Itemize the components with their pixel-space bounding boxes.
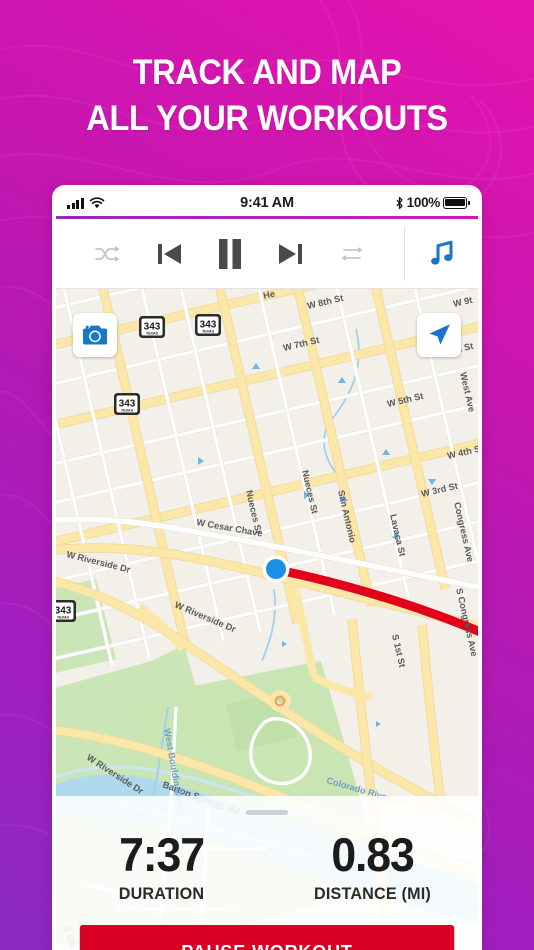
- camera-icon: [83, 325, 107, 345]
- pause-workout-button[interactable]: PAUSE WORKOUT: [79, 924, 455, 950]
- svg-text:TEXAS: TEXAS: [202, 330, 215, 334]
- locate-me-button[interactable]: [417, 313, 461, 357]
- accent-strip: [56, 216, 478, 219]
- svg-text:TEXAS: TEXAS: [57, 616, 70, 620]
- battery-percent-label: 100%: [406, 195, 441, 210]
- stats-row: 7:37 DURATION 0.83 DISTANCE (MI): [56, 831, 478, 904]
- svg-text:TEXAS: TEXAS: [146, 332, 159, 336]
- distance-value: 0.83: [331, 828, 414, 881]
- stat-duration: 7:37 DURATION: [56, 831, 267, 904]
- music-control-bar: [56, 219, 478, 289]
- music-note-icon: [430, 240, 453, 265]
- previous-track-icon: [157, 243, 181, 264]
- duration-value: 7:37: [119, 828, 205, 881]
- workout-stats-panel: 7:37 DURATION 0.83 DISTANCE (MI) PAUSE W…: [56, 796, 478, 950]
- pause-icon: [218, 238, 241, 269]
- promo-headline: TRACK AND MAP ALL YOUR WORKOUTS: [19, 50, 516, 141]
- repeat-icon: [340, 246, 363, 261]
- status-bar: 9:41 AM 100%: [56, 189, 478, 216]
- pause-button[interactable]: [210, 232, 250, 276]
- music-library-button[interactable]: [404, 226, 478, 281]
- phone-screen: 9:41 AM 100% W 8th St W 7th St St W 9t H…: [56, 189, 478, 950]
- duration-label: DURATION: [118, 883, 205, 903]
- battery-full-icon: [443, 196, 470, 209]
- camera-button[interactable]: [73, 313, 117, 357]
- shuffle-button[interactable]: [88, 232, 128, 276]
- stat-distance: 0.83 DISTANCE (MI): [267, 831, 478, 904]
- bluetooth-icon: [396, 196, 403, 209]
- distance-label: DISTANCE (MI): [313, 883, 431, 903]
- headline-line-2: ALL YOUR WORKOUTS: [86, 98, 448, 138]
- map-view[interactable]: .rd-w { stroke:#FFFFFF; stroke-width:5.5…: [56, 289, 478, 950]
- next-track-icon: [279, 243, 303, 264]
- headline-line-1: TRACK AND MAP: [132, 53, 402, 92]
- phone-mockup: 9:41 AM 100% W 8th St W 7th St St W 9t H…: [52, 185, 482, 950]
- repeat-button[interactable]: [332, 232, 372, 276]
- navigation-arrow-icon: [429, 324, 450, 345]
- previous-track-button[interactable]: [149, 232, 189, 276]
- shuffle-icon: [95, 245, 120, 262]
- drag-handle[interactable]: [246, 810, 288, 815]
- svg-text:TEXAS: TEXAS: [121, 409, 134, 413]
- next-track-button[interactable]: [271, 232, 311, 276]
